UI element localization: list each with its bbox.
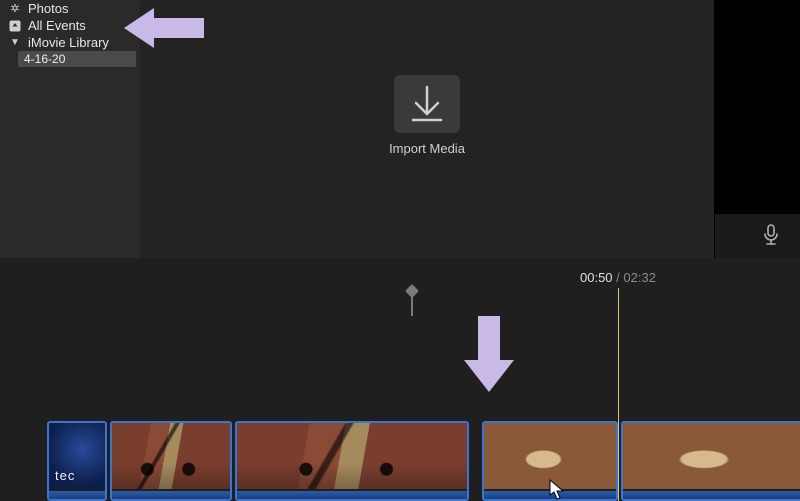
preview-area (714, 0, 800, 258)
photos-icon: ✲ (8, 2, 22, 15)
clip-thumbnail (112, 423, 230, 489)
media-area: Import Media (140, 0, 714, 258)
import-media-icon-box (394, 75, 460, 133)
disclosure-triangle-icon[interactable]: ▼ (8, 37, 22, 48)
clip-row (0, 415, 800, 501)
timeline-clip[interactable] (110, 421, 232, 501)
download-arrow-icon (410, 85, 444, 123)
timeline-marker[interactable] (411, 286, 413, 316)
sidebar: ✲ Photos All Events ▼ iMovie Library 4-1… (0, 0, 140, 258)
sidebar-item-label: All Events (28, 18, 86, 33)
events-icon (8, 20, 22, 32)
sidebar-item-label: Photos (28, 1, 68, 16)
clip-audio-track (484, 491, 616, 499)
clip-thumbnail (49, 423, 105, 489)
timeline-clip[interactable] (621, 421, 800, 501)
time-indicator: 00:50 / 02:32 (580, 270, 656, 285)
import-media-button[interactable]: Import Media (389, 75, 465, 156)
sidebar-project-entry[interactable]: 4-16-20 (18, 51, 136, 67)
sidebar-item-label: iMovie Library (28, 35, 109, 50)
sidebar-project-label: 4-16-20 (24, 52, 65, 66)
clip-thumbnail (623, 423, 800, 489)
preview-toolbar (715, 214, 800, 258)
clip-thumbnail (237, 423, 467, 489)
clip-audio-track (237, 491, 467, 499)
clip-audio-track (49, 491, 105, 499)
timeline-area[interactable]: 00:50 / 02:32 (0, 258, 800, 501)
playhead[interactable] (618, 288, 619, 501)
timeline-clip[interactable] (482, 421, 618, 501)
clip-audio-track (112, 491, 230, 499)
microphone-icon[interactable] (762, 224, 780, 249)
sidebar-item-all-events[interactable]: All Events (0, 17, 140, 34)
clip-thumbnail (484, 423, 616, 489)
time-duration: 02:32 (623, 270, 656, 285)
timeline-clip[interactable] (235, 421, 469, 501)
timeline-clip[interactable] (47, 421, 107, 501)
time-current: 00:50 (580, 270, 613, 285)
clip-audio-track (623, 491, 800, 499)
sidebar-item-photos[interactable]: ✲ Photos (0, 0, 140, 17)
import-media-label: Import Media (389, 141, 465, 156)
sidebar-item-imovie-library[interactable]: ▼ iMovie Library (0, 34, 140, 51)
